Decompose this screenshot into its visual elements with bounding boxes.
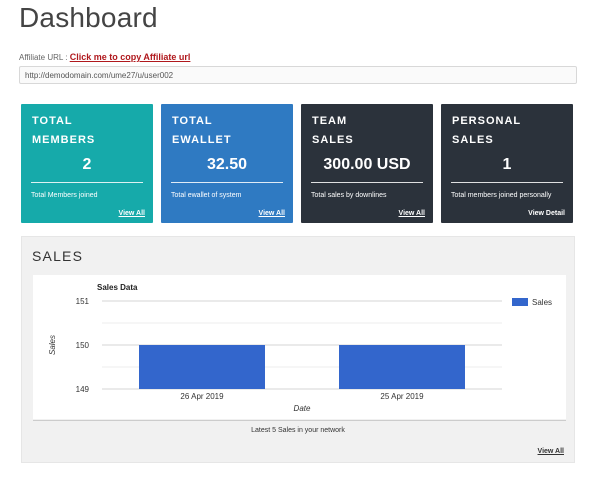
card-title: PERSONAL SALES (452, 115, 522, 146)
x-tick-label: 25 Apr 2019 (380, 392, 424, 401)
card-description: Total members joined personally (451, 192, 552, 199)
card-divider (451, 182, 563, 183)
card-total-members: TOTAL MEMBERS 2 Total Members joined View… (21, 104, 153, 223)
card-value: 300.00 USD (323, 156, 411, 173)
sales-view-all-link[interactable]: View All (538, 448, 564, 455)
x-axis-label: Date (294, 404, 311, 413)
y-tick-label: 151 (76, 297, 90, 306)
card-value: 32.50 (206, 156, 248, 173)
sales-chart: Sales Data 149 150 151 26 Apr 2019 25 Apr 201… (48, 283, 552, 413)
sales-panel: SALES Sales Data 149 150 151 26 Apr 2019 25 A… (21, 236, 575, 463)
legend-label: Sales (532, 298, 552, 307)
affiliate-url-field[interactable] (19, 66, 577, 84)
card-personal-sales: PERSONAL SALES 1 Total members joined per… (441, 104, 573, 223)
legend-swatch (512, 298, 528, 306)
y-tick-label: 150 (76, 341, 90, 350)
card-team-sales: TEAM SALES 300.00 USD Total sales by down… (301, 104, 433, 223)
sales-bar (339, 345, 465, 389)
chart-title: Sales Data (97, 283, 138, 292)
personal-sales-view-detail-link[interactable]: View Detail (528, 210, 565, 217)
sales-heading: SALES (32, 248, 84, 264)
card-divider (31, 182, 143, 183)
card-divider (311, 182, 423, 183)
card-title: TEAM SALES (312, 115, 354, 146)
card-value: 2 (82, 156, 92, 173)
team-sales-view-all-link[interactable]: View All (399, 210, 425, 217)
sales-bar (139, 345, 265, 389)
affiliate-label: Affiliate URL : (19, 53, 68, 62)
chart-divider (33, 420, 566, 421)
members-view-all-link[interactable]: View All (119, 210, 145, 217)
x-tick-label: 26 Apr 2019 (180, 392, 224, 401)
card-divider (171, 182, 283, 183)
sales-chart-container: Sales Data 149 150 151 26 Apr 2019 25 Apr 201… (33, 275, 566, 419)
card-title: TOTAL MEMBERS (32, 115, 96, 146)
y-axis-label: Sales (48, 335, 57, 355)
affiliate-row: Affiliate URL : Click me to copy Affilia… (19, 52, 190, 62)
card-title: TOTAL EWALLET (172, 115, 232, 146)
card-description: Total sales by downlines (311, 192, 387, 199)
ewallet-view-all-link[interactable]: View All (259, 210, 285, 217)
copy-affiliate-link[interactable]: Click me to copy Affiliate url (70, 52, 191, 62)
card-description: Total Members joined (31, 192, 98, 199)
card-total-ewallet: TOTAL EWALLET 32.50 Total ewallet of syst… (161, 104, 293, 223)
y-tick-label: 149 (76, 385, 90, 394)
page-title: Dashboard (19, 2, 158, 33)
card-description: Total ewallet of system (171, 192, 242, 199)
chart-caption: Latest 5 Sales in your network (251, 427, 345, 434)
card-value: 1 (502, 156, 512, 173)
